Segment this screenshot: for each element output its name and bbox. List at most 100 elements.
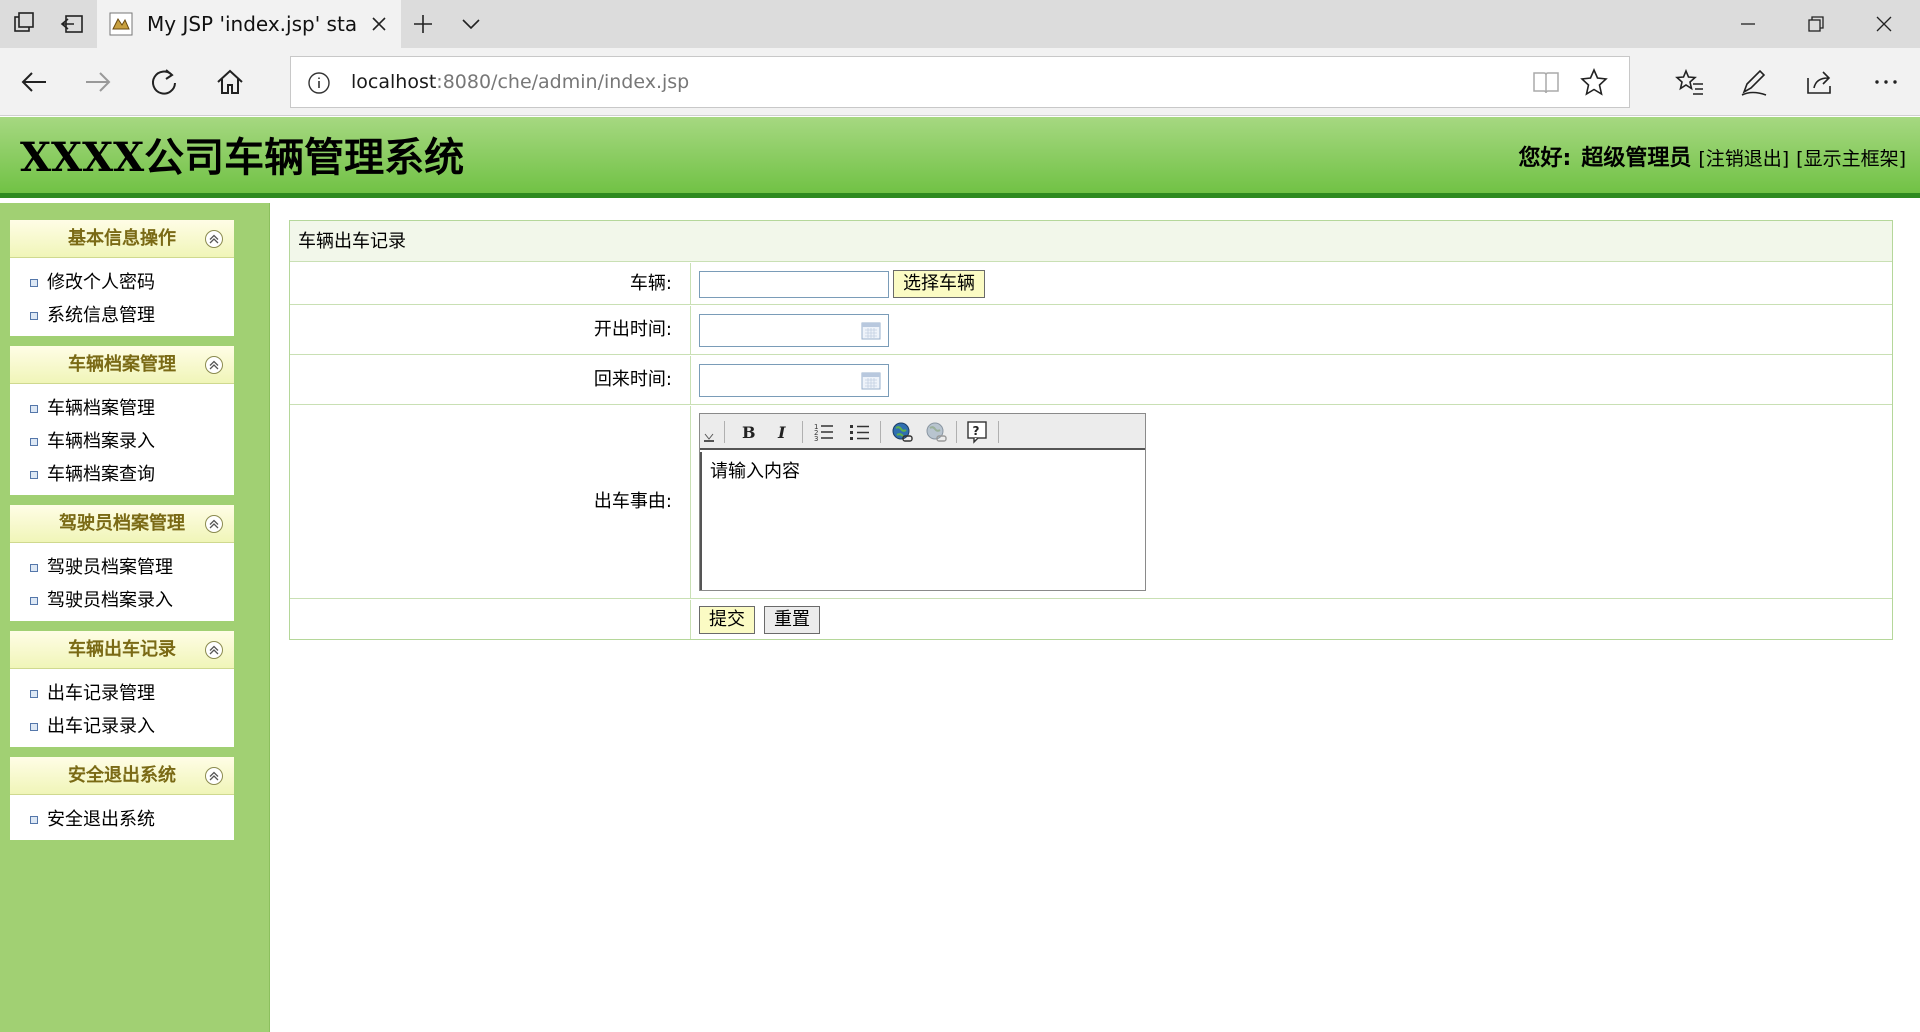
- bullet-icon: [30, 438, 38, 446]
- menu-item-driver-archive-manage[interactable]: 驾驶员档案管理: [10, 551, 234, 584]
- italic-icon[interactable]: I: [770, 420, 794, 444]
- bullet-icon: [30, 471, 38, 479]
- tomcat-favicon-icon: [109, 12, 133, 36]
- tab-preview-chevron-down-icon[interactable]: [457, 10, 485, 38]
- menu-item-label: 安全退出系统: [47, 809, 155, 830]
- set-aside-tabs-icon[interactable]: [58, 10, 86, 38]
- menu-group-header[interactable]: 驾驶员档案管理: [10, 505, 234, 543]
- menu-item-dispatch-record-entry[interactable]: 出车记录录入: [10, 710, 234, 743]
- menu-group-vehicle-dispatch: 车辆出车记录 出车记录管理 出车记录录入: [10, 631, 234, 747]
- bullet-icon: [30, 597, 38, 605]
- url-host: localhost: [351, 71, 437, 93]
- submit-button[interactable]: 提交: [699, 606, 755, 634]
- depart-time-label: 开出时间:: [593, 319, 672, 340]
- bullet-icon: [30, 816, 38, 824]
- svg-text:I: I: [777, 423, 786, 442]
- collapse-chevron-up-icon[interactable]: [204, 514, 224, 534]
- bullet-icon: [30, 405, 38, 413]
- menu-group-header[interactable]: 安全退出系统: [10, 757, 234, 795]
- menu-item-label: 驾驶员档案管理: [47, 557, 173, 578]
- url-path: :8080/che/admin/index.jsp: [436, 71, 690, 93]
- menu-item-safe-exit[interactable]: 安全退出系统: [10, 803, 234, 836]
- reading-view-icon[interactable]: [1531, 69, 1561, 97]
- user-area: 您好: 超级管理员 [注销退出] [显示主框架]: [1519, 145, 1906, 173]
- dispatch-record-form: 车辆出车记录 车辆: 选择车辆 开出时间: 回来时间: 出车事由: B I 1 …: [289, 220, 1893, 640]
- menu-group-header[interactable]: 基本信息操作: [10, 220, 234, 258]
- menu-group-driver-archive: 驾驶员档案管理 驾驶员档案管理 驾驶员档案录入: [10, 505, 234, 621]
- close-window-button[interactable]: [1850, 0, 1918, 48]
- editor-content-area[interactable]: 请输入内容: [700, 452, 1145, 590]
- menu-item-label: 出车记录管理: [47, 683, 155, 704]
- menu-item-change-password[interactable]: 修改个人密码: [10, 266, 234, 299]
- calendar-icon[interactable]: [861, 322, 881, 340]
- minimize-button[interactable]: [1714, 0, 1782, 48]
- help-icon[interactable]: ?: [966, 420, 990, 444]
- new-tab-icon[interactable]: [409, 10, 437, 38]
- form-buttons-row: 提交 重置: [290, 600, 1892, 639]
- web-note-pen-icon[interactable]: [1734, 62, 1774, 102]
- share-icon[interactable]: [1800, 62, 1840, 102]
- remove-link-globe-icon[interactable]: [924, 420, 948, 444]
- menu-group-title: 驾驶员档案管理: [59, 513, 185, 534]
- svg-text:3: 3: [814, 435, 818, 443]
- label-cell: 车辆:: [290, 263, 691, 304]
- collapse-chevron-up-icon[interactable]: [204, 229, 224, 249]
- menu-item-label: 驾驶员档案录入: [47, 590, 173, 611]
- add-favorite-star-icon[interactable]: [1579, 67, 1609, 97]
- browser-tab[interactable]: My JSP 'index.jsp' startir: [97, 0, 401, 48]
- reason-row: 出车事由: B I 123 ? 请输入内容: [290, 406, 1892, 599]
- tab-close-icon[interactable]: [365, 10, 393, 38]
- logout-link[interactable]: [注销退出]: [1698, 148, 1789, 170]
- depart-time-row: 开出时间:: [290, 306, 1892, 355]
- menu-group-title: 车辆出车记录: [68, 639, 176, 660]
- address-bar[interactable]: localhost:8080/che/admin/index.jsp: [290, 56, 1630, 108]
- toolbar-separator: [724, 421, 725, 443]
- menu-item-vehicle-archive-manage[interactable]: 车辆档案管理: [10, 392, 234, 425]
- rich-text-editor: B I 123 ? 请输入内容: [699, 413, 1146, 591]
- restore-button[interactable]: [1782, 0, 1850, 48]
- show-main-frame-link[interactable]: [显示主框架]: [1796, 148, 1906, 170]
- menu-item-driver-archive-entry[interactable]: 驾驶员档案录入: [10, 584, 234, 617]
- back-arrow-icon[interactable]: [14, 62, 54, 102]
- bullet-icon: [30, 564, 38, 572]
- favorites-hub-icon[interactable]: [1670, 62, 1710, 102]
- unordered-list-icon[interactable]: [848, 420, 872, 444]
- more-options-icon[interactable]: [1866, 62, 1906, 102]
- menu-group-basic-info: 基本信息操作 修改个人密码 系统信息管理: [10, 220, 234, 336]
- menu-item-dispatch-record-manage[interactable]: 出车记录管理: [10, 677, 234, 710]
- vehicle-input[interactable]: [699, 271, 889, 298]
- menu-item-system-info[interactable]: 系统信息管理: [10, 299, 234, 332]
- menu-group-safe-exit: 安全退出系统 安全退出系统: [10, 757, 234, 840]
- home-icon[interactable]: [210, 62, 250, 102]
- collapse-chevron-up-icon[interactable]: [204, 640, 224, 660]
- menu-item-vehicle-archive-entry[interactable]: 车辆档案录入: [10, 425, 234, 458]
- reason-label: 出车事由:: [593, 491, 672, 512]
- browser-nav-bar: localhost:8080/che/admin/index.jsp: [0, 48, 1920, 116]
- calendar-icon[interactable]: [861, 372, 881, 390]
- bullet-icon: [30, 723, 38, 731]
- menu-group-title: 安全退出系统: [68, 765, 176, 786]
- label-cell: 回来时间:: [290, 356, 691, 404]
- vehicle-label: 车辆:: [629, 273, 672, 294]
- bold-icon[interactable]: B: [736, 420, 760, 444]
- collapse-chevron-up-icon[interactable]: [204, 766, 224, 786]
- menu-group-title: 车辆档案管理: [68, 354, 176, 375]
- label-cell: 出车事由:: [290, 406, 691, 598]
- menu-group-header[interactable]: 车辆出车记录: [10, 631, 234, 669]
- bullet-icon: [30, 312, 38, 320]
- bullet-icon: [30, 690, 38, 698]
- menu-item-label: 修改个人密码: [47, 272, 155, 293]
- insert-link-globe-icon[interactable]: [890, 420, 914, 444]
- menu-group-header[interactable]: 车辆档案管理: [10, 346, 234, 384]
- url-text: localhost:8080/che/admin/index.jsp: [351, 69, 689, 95]
- refresh-icon[interactable]: [144, 62, 184, 102]
- site-info-icon[interactable]: [307, 71, 331, 95]
- ordered-list-icon[interactable]: 123: [812, 420, 836, 444]
- toolbar-grip-icon: [702, 420, 716, 444]
- menu-item-vehicle-archive-query[interactable]: 车辆档案查询: [10, 458, 234, 491]
- tab-manager-icon[interactable]: [10, 10, 38, 38]
- select-vehicle-button[interactable]: 选择车辆: [893, 270, 985, 298]
- collapse-chevron-up-icon[interactable]: [204, 355, 224, 375]
- forward-arrow-icon[interactable]: [78, 62, 118, 102]
- reset-button[interactable]: 重置: [764, 606, 820, 634]
